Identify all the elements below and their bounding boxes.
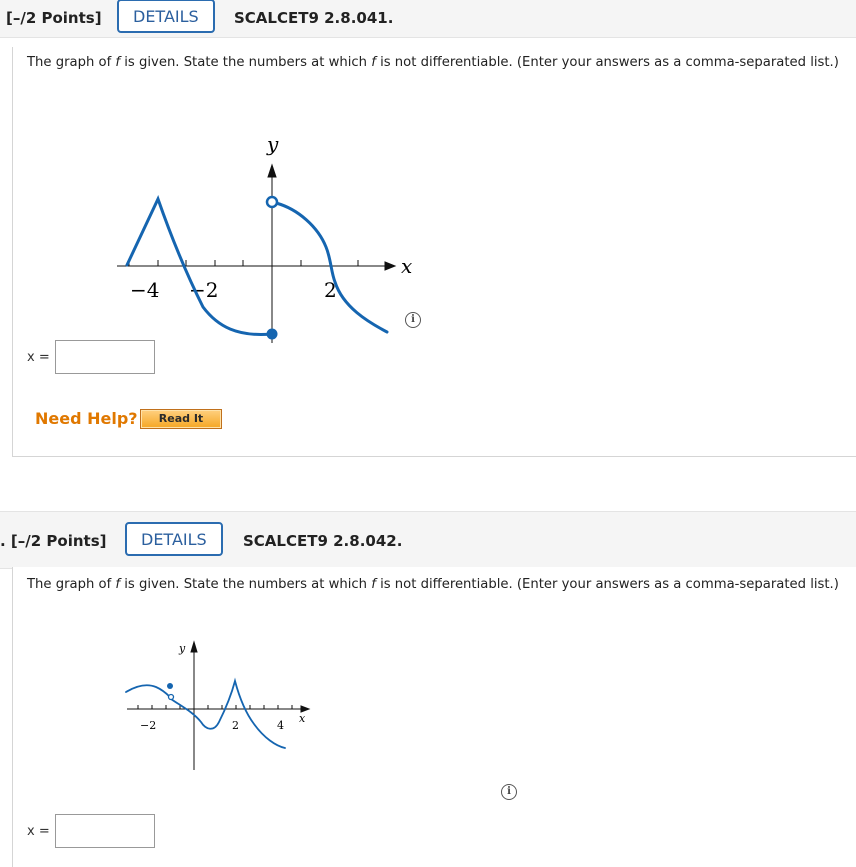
question-1-details-button[interactable]: DETAILS (117, 0, 215, 33)
question-1-points: [–/2 Points] (6, 9, 102, 27)
question-2-details-button[interactable]: DETAILS (125, 522, 223, 556)
need-help-label: Need Help? (35, 409, 138, 428)
question-2-answer-input[interactable] (55, 814, 155, 848)
curve-right (170, 677, 286, 749)
y-axis-label: y (266, 132, 279, 156)
tick-label-2: 2 (232, 719, 239, 732)
x-axis-label: x (401, 254, 412, 278)
question-1-code: SCALCET9 2.8.041. (234, 9, 394, 27)
y-axis-arrow (267, 163, 277, 178)
closed-point (167, 683, 173, 689)
question-1-info-icon[interactable]: i (405, 312, 421, 328)
question-1-prompt: The graph of f is given. State the numbe… (27, 55, 839, 70)
tick-label-neg2: −2 (140, 719, 156, 732)
x-axis-label: x (299, 712, 306, 725)
question-2-body: The graph of f is given. State the numbe… (12, 567, 856, 867)
question-2-header: . [–/2 Points] DETAILS SCALCET9 2.8.042. (0, 511, 856, 569)
open-point (265, 195, 279, 209)
closed-point (266, 328, 278, 340)
curve-left (125, 684, 171, 698)
read-it-button[interactable]: Read It (140, 409, 222, 429)
question-2-graph: y x −2 2 4 (125, 640, 311, 770)
question-1-answer-input[interactable] (55, 340, 155, 374)
x-axis-arrow (384, 261, 397, 271)
question-1-header: [–/2 Points] DETAILS SCALCET9 2.8.041. (0, 0, 856, 38)
question-2-prompt: The graph of f is given. State the numbe… (27, 577, 839, 592)
y-axis-label: y (178, 642, 186, 655)
question-2-info-icon[interactable]: i (501, 784, 517, 800)
tick-label-neg4: −4 (130, 278, 159, 302)
question-2-points: . [–/2 Points] (0, 532, 107, 550)
question-2-answer-label: x = (27, 824, 50, 839)
question-1-graph: y x −4 −2 2 (117, 132, 412, 343)
curve-left (125, 195, 274, 337)
question-1-answer-label: x = (27, 350, 50, 365)
curve-right (274, 201, 389, 334)
open-point (167, 693, 175, 701)
question-1-body: The graph of f is given. State the numbe… (12, 47, 856, 457)
question-2-code: SCALCET9 2.8.042. (243, 532, 403, 550)
tick-label-4: 4 (277, 719, 284, 732)
y-axis-arrow (190, 640, 198, 653)
